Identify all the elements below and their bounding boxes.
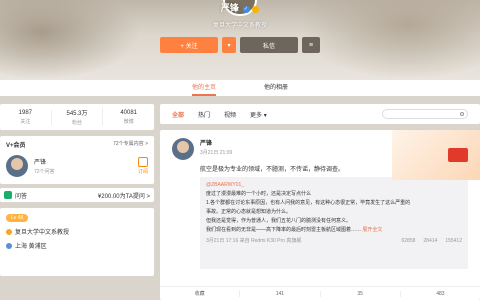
feed-tab-all[interactable]: 全部 (172, 110, 184, 119)
bio-location-text: 上海 黄浦区 (15, 244, 47, 250)
collect-button[interactable]: 收藏 (160, 290, 241, 297)
chevron-down-icon[interactable]: ▾ (222, 37, 236, 53)
profile-banner: 严锋 ✓ 复旦大学中文系教授 + 关注 ▾ 私信 ≡ (0, 0, 480, 80)
stat-number: 1987 (18, 109, 33, 116)
subscribe-label: 订阅 (137, 169, 148, 175)
follow-button[interactable]: + 关注 (160, 37, 218, 53)
feed-search-input[interactable] (382, 109, 468, 119)
tab-home[interactable]: 他的主页 (191, 80, 216, 96)
expand-link[interactable]: 展开全文 (362, 227, 382, 233)
share-button[interactable]: 141 (240, 290, 321, 297)
avatar[interactable] (172, 138, 194, 160)
repost-comment-count[interactable]: 28414 (423, 237, 437, 246)
repost-share-count[interactable]: 62858 (402, 237, 416, 246)
bio-org: 复旦大学中文系教授 (6, 227, 148, 236)
profile-tabs: 他的主页 他的相册 (0, 80, 480, 96)
list-icon[interactable]: ≡ (302, 37, 320, 53)
post-text: 航空是极为专业的领域，不臆测，不传谣，静待调查。 (200, 167, 345, 173)
vip-more-link[interactable]: 72个专属内容 > (113, 140, 148, 149)
stat-followers[interactable]: 545.3万 粉丝 (52, 108, 104, 126)
vip-icon (252, 5, 260, 13)
bio-org-text: 复旦大学中文系教授 (15, 230, 70, 236)
repost-line: 度过了漫漫最难的一个小时，还是决定写点什么 (206, 191, 312, 197)
feed-tabs: 全部 热门 视频 更多 ▾ (160, 104, 480, 124)
stat-number: 545.3万 (66, 111, 88, 117)
qa-label: 问答 (15, 193, 28, 200)
stat-label: 微博 (123, 118, 134, 125)
qa-card[interactable]: 问答 ¥200.00为TA提问 > (0, 188, 154, 202)
post-time[interactable]: 3月21日 21:09 (200, 149, 232, 156)
vip-card: V+会员 72个专属内容 > 严锋 72个问答 订阅 (0, 136, 154, 184)
profile-actions: + 关注 ▾ 私信 ≡ (160, 37, 320, 53)
left-column: 1987 关注 545.3万 粉丝 40081 微博 V+会员 72个专属内容 … (0, 104, 154, 282)
avatar[interactable] (6, 155, 28, 177)
stat-posts[interactable]: 40081 微博 (103, 110, 154, 125)
repost-box: @ZBAARWY01_ 度过了漫漫最难的一个小时，还是决定写点什么 1.各个群都… (200, 177, 468, 269)
feed-tab-video[interactable]: 视频 (224, 110, 236, 119)
subscribe-icon (137, 157, 148, 167)
repost-line: 1.各个群都在讨论东事原因，也有人问我的意见，有这种心态很正常，毕竟发生了这么严… (206, 200, 411, 206)
repost-user[interactable]: @ZBAARWY01_ (206, 181, 462, 190)
feed-tab-hot[interactable]: 热门 (198, 110, 210, 119)
repost-like-count[interactable]: 155412 (445, 237, 462, 246)
repost-line: 我们现在看到的无非是——高下降率的最后时刻雷主板航区域图着…… 展开全文 (206, 227, 383, 233)
feed-tab-more[interactable]: 更多 ▾ (250, 110, 267, 119)
repost-line: 事故。正常的心态就是想知道为什么。 (206, 209, 292, 215)
search-icon (460, 112, 464, 116)
like-button[interactable]: 483 (401, 291, 480, 297)
repost-line: 但我还是觉得，作为普通人，我们五花八门的臆测没有任何意义。 (206, 218, 352, 224)
repost-footer: 3月21日 17:16 来自 Redmi K30 Pro 真旗舰 62858 2… (206, 237, 462, 246)
post-card: 严锋 3月21日 21:09 航空是极为专业的领域，不臆测，不传谣，静待调查。 … (160, 130, 480, 300)
stat-following[interactable]: 1987 关注 (0, 109, 52, 125)
vip-name: 严锋 (34, 160, 47, 166)
profile-name-line: 严锋 ✓ (0, 1, 480, 14)
subscribe-button[interactable]: 订阅 (137, 157, 148, 175)
post-author[interactable]: 严锋 (200, 138, 232, 147)
comment-button[interactable]: 35 (321, 290, 401, 297)
level-badge: Lv 48 (6, 214, 29, 222)
location-icon (6, 242, 12, 249)
vip-qa-count: 72个问答 (34, 169, 55, 175)
qa-price-link[interactable]: ¥200.00为TA提问 > (98, 191, 150, 200)
stats-card: 1987 关注 545.3万 粉丝 40081 微博 (0, 104, 154, 130)
vip-title: V+会员 (6, 143, 26, 149)
bio-card: Lv 48 复旦大学中文系教授 上海 黄浦区 (0, 208, 154, 276)
stat-label: 粉丝 (72, 120, 83, 126)
tab-album[interactable]: 他的相册 (264, 80, 288, 96)
org-icon (6, 228, 12, 235)
profile-subtitle: 复旦大学中文系教授 (212, 23, 267, 29)
message-button[interactable]: 私信 (240, 37, 298, 53)
stat-label: 关注 (20, 118, 31, 125)
profile-name: 严锋 (220, 3, 239, 13)
stat-number: 40081 (120, 109, 138, 116)
bio-location: 上海 黄浦区 (6, 241, 148, 250)
post-actions: 收藏 141 35 483 (160, 286, 480, 300)
qa-icon (4, 191, 12, 199)
right-column: 全部 热门 视频 更多 ▾ 严锋 3月21日 21:09 航空是极为专业的领域，… (160, 104, 480, 300)
repost-time: 3月21日 17:16 来自 Redmi K30 Pro 真旗舰 (206, 238, 302, 244)
verified-icon: ✓ (242, 5, 250, 13)
